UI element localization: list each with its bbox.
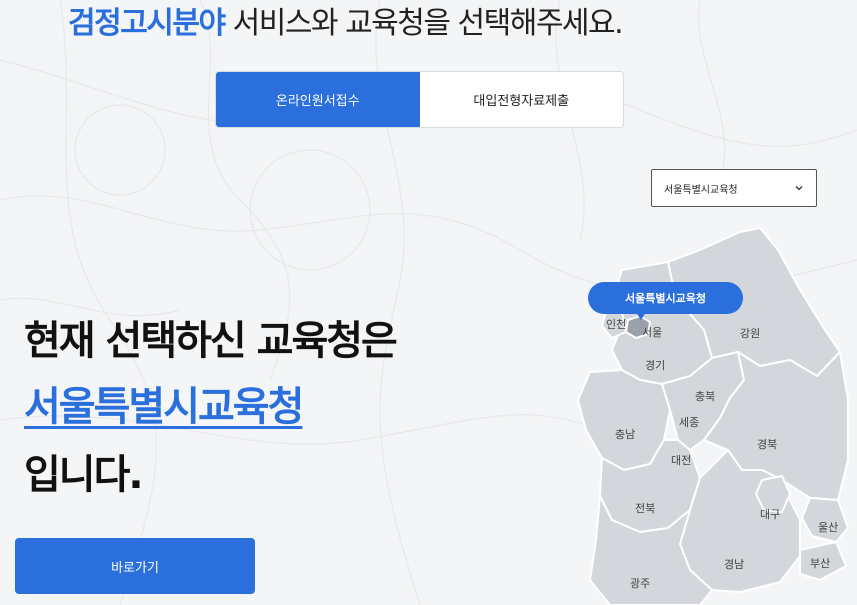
marker-pointer bbox=[636, 312, 646, 320]
selected-office-name: 서울특별시교육청 bbox=[24, 384, 304, 430]
map-label-daegu[interactable]: 대구 bbox=[760, 506, 780, 522]
education-office-select[interactable]: 서울특별시교육청 bbox=[651, 169, 817, 207]
map-label-gangwon[interactable]: 강원 bbox=[740, 325, 760, 341]
selected-office-intro: 현재 선택하신 교육청은 bbox=[24, 318, 398, 364]
map-label-daejeon[interactable]: 대전 bbox=[671, 452, 691, 468]
korea-region-map bbox=[577, 227, 849, 605]
headline-rest: 서비스와 교육청을 선택해주세요. bbox=[224, 6, 624, 41]
map-label-seoul[interactable]: 서울 bbox=[642, 324, 662, 340]
map-label-chungnam[interactable]: 충남 bbox=[615, 426, 635, 442]
go-button[interactable]: 바로가기 bbox=[15, 538, 255, 594]
selected-office-suffix: 입니다. bbox=[24, 452, 144, 498]
service-tabs: 온라인원서접수 대입전형자료제출 bbox=[215, 71, 624, 128]
map-label-chungbuk[interactable]: 충북 bbox=[695, 388, 715, 404]
tab-college-admission-data[interactable]: 대입전형자료제출 bbox=[420, 72, 624, 127]
education-office-select-value: 서울특별시교육청 bbox=[664, 184, 738, 196]
map-label-busan[interactable]: 부산 bbox=[810, 555, 830, 571]
map-label-jeonbuk[interactable]: 전북 bbox=[635, 500, 655, 516]
map-label-ulsan[interactable]: 울산 bbox=[818, 519, 838, 535]
map-label-gyeongnam[interactable]: 경남 bbox=[724, 556, 744, 572]
selected-office-marker[interactable]: 서울특별시교육청 bbox=[588, 282, 743, 314]
map-label-sejong[interactable]: 세종 bbox=[679, 414, 699, 430]
map-label-incheon: 인천 bbox=[606, 318, 627, 331]
map-label-gyeongbuk[interactable]: 경북 bbox=[757, 436, 777, 452]
map-label-gwangju[interactable]: 광주 bbox=[630, 575, 650, 591]
map-label-gyeonggi[interactable]: 경기 bbox=[645, 357, 665, 373]
chevron-down-icon bbox=[795, 186, 803, 191]
tab-online-application[interactable]: 온라인원서접수 bbox=[216, 72, 420, 127]
page-headline: 검정고시분야 서비스와 교육청을 선택해주세요. bbox=[68, 2, 624, 46]
headline-accent: 검정고시분야 bbox=[68, 6, 226, 41]
